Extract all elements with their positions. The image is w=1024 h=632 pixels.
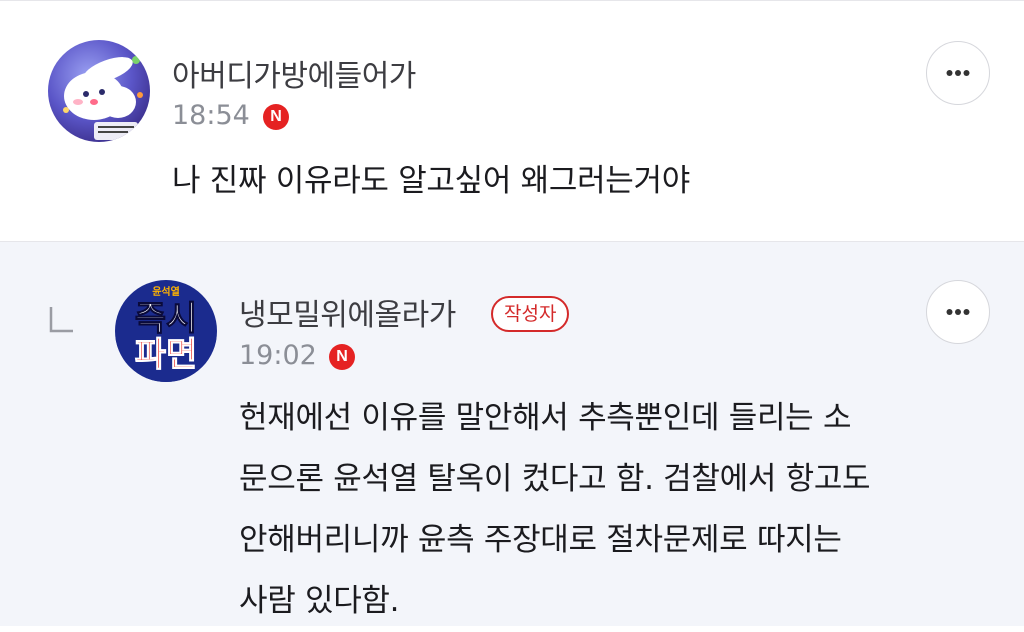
more-dots-icon [946, 70, 970, 76]
more-options-button[interactable] [926, 41, 990, 105]
user-avatar[interactable] [48, 40, 150, 142]
comment-text-line: 사람 있다함. [239, 583, 400, 619]
comment-time: 19:02 [239, 340, 317, 371]
comment-text: 헌재에선 이유를 말안해서 추측뿐인데 들리는 소 문으론 윤석열 탈옥이 컸다… [239, 388, 871, 632]
author-badge: 작성자 [491, 296, 570, 332]
comment-item: 아버디가방에들어가 18:54 N 나 진짜 이유라도 알고싶어 왜그러는거야 [0, 1, 1024, 242]
comment-text: 나 진짜 이유라도 알고싶어 왜그러는거야 [172, 151, 690, 212]
more-options-button[interactable] [926, 280, 990, 344]
reply-item: 윤석열 즉시 파면 냉모밀위에올라가 작성자 19:02 N 헌재에선 이유를 … [0, 242, 1024, 626]
new-badge: N [263, 104, 289, 130]
comment-text-line: 문으론 윤석열 탈옥이 컸다고 함. 검찰에서 항고도 [239, 461, 871, 497]
comment-text-line: 나 진짜 이유라도 알고싶어 왜그러는거야 [172, 163, 690, 199]
comment-text-line: 헌재에선 이유를 말안해서 추측뿐인데 들리는 소 [239, 400, 852, 436]
comment-text-line: 안해버리니까 윤측 주장대로 절차문제로 따지는 [239, 522, 842, 558]
comment-time: 18:54 [172, 100, 250, 131]
new-badge: N [329, 344, 355, 370]
avatar-caption-line1: 즉시 [135, 299, 198, 339]
poster-avatar: 윤석열 즉시 파면 [115, 280, 217, 382]
more-dots-icon [946, 309, 970, 315]
bunny-illustration-avatar [48, 40, 150, 142]
nickname[interactable]: 아버디가방에들어가 [172, 51, 416, 95]
reply-arrow-icon [49, 307, 73, 333]
nickname[interactable]: 냉모밀위에올라가 [239, 290, 456, 334]
user-avatar[interactable]: 윤석열 즉시 파면 [115, 280, 217, 382]
avatar-caption-top: 윤석열 [152, 285, 180, 298]
avatar-caption-line2: 파면 [135, 335, 198, 375]
